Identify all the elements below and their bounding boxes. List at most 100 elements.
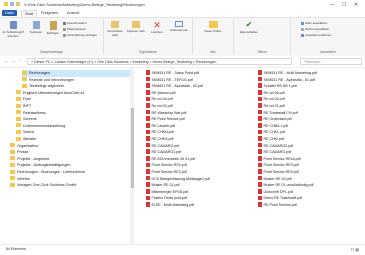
close-button[interactable]: ✕ bbox=[354, 2, 358, 8]
file-item[interactable]: RE Lavanti.pdf bbox=[146, 123, 252, 130]
file-item[interactable]: Re vol 02.pdf bbox=[146, 103, 252, 110]
file-item[interactable]: RE Point Service.pdf bbox=[146, 116, 252, 123]
pdf-file-icon bbox=[258, 169, 262, 174]
file-item[interactable]: Mittenberger EFKB.pdf bbox=[146, 189, 252, 196]
file-item[interactable]: Point Service RE2a.pdf bbox=[258, 156, 364, 163]
nav-item[interactable]: Projekte - Angebote bbox=[10, 156, 49, 163]
file-item[interactable]: Festivo Festo prod.pdf bbox=[146, 195, 252, 202]
nav-item[interactable]: Organisation bbox=[10, 143, 38, 150]
back-button[interactable]: ← bbox=[4, 58, 9, 63]
file-item[interactable]: SKM531 RE - TEFGG.pdf bbox=[146, 76, 252, 84]
nav-item[interactable]: Projekte - Auftragsbestätigungen bbox=[10, 162, 71, 169]
forward-button[interactable]: → bbox=[11, 58, 16, 63]
file-item[interactable]: RE Point Service.pdf bbox=[258, 202, 364, 209]
folder-icon bbox=[16, 136, 21, 141]
file-item[interactable]: Point Service RE5.pdf bbox=[258, 169, 364, 176]
nav-item[interactable]: Testbelege allgemein bbox=[22, 83, 64, 90]
file-item[interactable]: SKM531 RE - Multi Marketing.pdf bbox=[258, 70, 364, 77]
file-item[interactable]: Demo RE Tradestaff.pdf bbox=[258, 195, 364, 202]
rename-button[interactable]: Umbenennen bbox=[168, 21, 190, 32]
file-item[interactable]: RE CAMARO1.pdf bbox=[146, 149, 252, 156]
tab-start[interactable]: Start bbox=[21, 10, 38, 17]
nav-item[interactable]: Screens bbox=[16, 116, 37, 123]
file-item[interactable]: RE CHKL.pdf bbox=[258, 129, 364, 136]
pdf-file-icon bbox=[258, 156, 262, 161]
select-none-button[interactable]: Nichts auswählen bbox=[301, 27, 329, 31]
tab-datei[interactable]: Datei bbox=[2, 10, 17, 16]
file-item[interactable]: RE CAMARO.pdf bbox=[258, 149, 364, 156]
nav-item[interactable]: ReleaseNews bbox=[16, 110, 46, 117]
file-item[interactable]: ELSE - Multi Marketing.pdf bbox=[146, 202, 252, 209]
file-item[interactable]: SKM831 RE - Alphavilla - 02.pdf bbox=[146, 83, 252, 90]
new-folder-icon[interactable] bbox=[16, 2, 20, 6]
file-item[interactable]: RE CAMARO.pdf bbox=[146, 142, 252, 150]
file-item[interactable]: Gutschrift DPL.pdf bbox=[258, 189, 364, 196]
nav-item[interactable]: Presse bbox=[10, 149, 28, 156]
nav-item[interactable]: Vertrieb bbox=[10, 176, 30, 183]
nav-item[interactable]: Vorlagen One Click Solutions GmbH bbox=[10, 182, 76, 189]
nav-item[interactable]: Rezepte und Verordnungen bbox=[22, 77, 74, 84]
file-item[interactable]: SKM531 RE - Alphavilla - 01.pdf bbox=[258, 76, 364, 84]
file-item[interactable]: Muster RE 02.pdf bbox=[258, 175, 364, 183]
file-item[interactable]: RE Tradestaff CH.pdf bbox=[258, 109, 364, 117]
tab-ansicht[interactable]: Ansicht bbox=[64, 10, 82, 16]
file-item[interactable]: Point Service RSV.pdf bbox=[146, 162, 252, 169]
file-item[interactable]: Schäfer RE KB 1.pdf bbox=[258, 83, 364, 90]
properties-icon[interactable] bbox=[10, 2, 14, 6]
file-name: Point Service RE5.pdf bbox=[263, 170, 299, 174]
address-path[interactable]: > Dieser PC > Lokaler Datenträger (X:) >… bbox=[27, 57, 292, 65]
delete-button[interactable]: ✕ Löschen bbox=[147, 20, 167, 35]
delete-icon: ✕ bbox=[153, 20, 161, 30]
nav-item[interactable]: Rechnungen bbox=[22, 70, 132, 77]
pin-button[interactable]: An Schnellzugriff anheften bbox=[1, 21, 25, 38]
folder-icon[interactable] bbox=[4, 2, 8, 6]
view-toggle-icons[interactable]: ☷ ▦ bbox=[351, 247, 359, 252]
file-item[interactable]: RE ATA Immobile 45 01.pdf bbox=[146, 156, 252, 163]
select-none-icon bbox=[301, 27, 304, 31]
up-button[interactable]: ↑ bbox=[19, 58, 21, 63]
move-to-button[interactable]: Verschieben nach bbox=[105, 21, 125, 37]
file-item[interactable]: RE Waeschip Waf.pdf bbox=[146, 109, 252, 117]
file-item[interactable]: RE Wacom.pdf bbox=[146, 90, 252, 97]
file-item[interactable]: Muster RE 01 unvollständig.pdf bbox=[258, 182, 364, 189]
new-folder-button[interactable]: Neuer Ordner bbox=[201, 21, 225, 33]
paste-button[interactable]: Einfügen bbox=[45, 21, 61, 35]
maximize-button[interactable]: ☐ bbox=[342, 2, 346, 8]
file-item[interactable]: RE CAMARO2.pdf bbox=[258, 142, 364, 150]
cut-button[interactable]: Ausschneiden bbox=[63, 21, 86, 25]
properties-button[interactable]: ✔ Eigenschaften bbox=[236, 21, 262, 35]
nav-item[interactable]: INFT bbox=[16, 103, 31, 110]
file-item[interactable]: Re vol 03.pdf bbox=[258, 96, 364, 103]
nav-item[interactable]: Englisch Übersetzungen AutoClick v4 bbox=[16, 90, 84, 97]
tab-freigeben[interactable]: Freigeben bbox=[38, 10, 61, 16]
file-item[interactable]: RE Orderdauf.pdf bbox=[258, 116, 364, 123]
minimize-button[interactable]: — bbox=[330, 2, 335, 8]
file-item[interactable]: Re vol 04.pdf bbox=[146, 96, 252, 103]
nav-item[interactable]: Videos bbox=[16, 129, 34, 136]
file-item[interactable]: Point Service RE3.pdf bbox=[258, 162, 364, 169]
nav-item[interactable]: Rechnungen - Buchungen - Lieferscheine bbox=[10, 169, 85, 176]
file-item[interactable]: RE CHBA 1.pdf bbox=[258, 123, 364, 130]
paste-shortcut-button[interactable]: Verknüpfung einfügen bbox=[63, 33, 97, 37]
file-item[interactable]: RE CHKN.pdf bbox=[146, 129, 252, 136]
nav-item[interactable]: Flyer bbox=[16, 96, 31, 103]
copy-button[interactable]: Kopieren bbox=[28, 21, 44, 34]
select-all-button[interactable]: Alles auswählen bbox=[301, 21, 327, 25]
nav-item[interactable]: Website bbox=[16, 136, 36, 143]
file-item[interactable]: Re vol 05.pdf bbox=[258, 90, 364, 97]
search-input[interactable]: "Rechnun... bbox=[300, 57, 362, 65]
file-item[interactable]: RE CHKS.pdf bbox=[146, 136, 252, 143]
file-name: Muster RE 01.pdf bbox=[151, 183, 180, 188]
copy-path-button[interactable]: Pfad kopieren bbox=[63, 27, 86, 31]
file-item[interactable]: Re vol 01.pdf bbox=[258, 103, 364, 110]
file-item[interactable]: DCS Belegerfassung Multipage2.pdf bbox=[146, 175, 252, 183]
nav-item[interactable]: Unternehmensdarstellung bbox=[16, 123, 65, 130]
file-item[interactable]: RE CHKI.pdf bbox=[258, 136, 364, 143]
file-item[interactable]: Muster RE 01.pdf bbox=[146, 182, 252, 189]
invert-selection-button[interactable]: Auswahl umkehren bbox=[301, 33, 331, 37]
navigation-scrollbar[interactable] bbox=[130, 68, 134, 244]
copy-to-button[interactable]: Kopieren nach bbox=[126, 21, 146, 33]
file-item[interactable]: SKM531 RE - Swiss Point.pdf bbox=[146, 70, 252, 77]
scrollbar-thumb[interactable] bbox=[130, 108, 134, 188]
file-item[interactable]: Point Service RE2.pdf bbox=[146, 169, 252, 176]
